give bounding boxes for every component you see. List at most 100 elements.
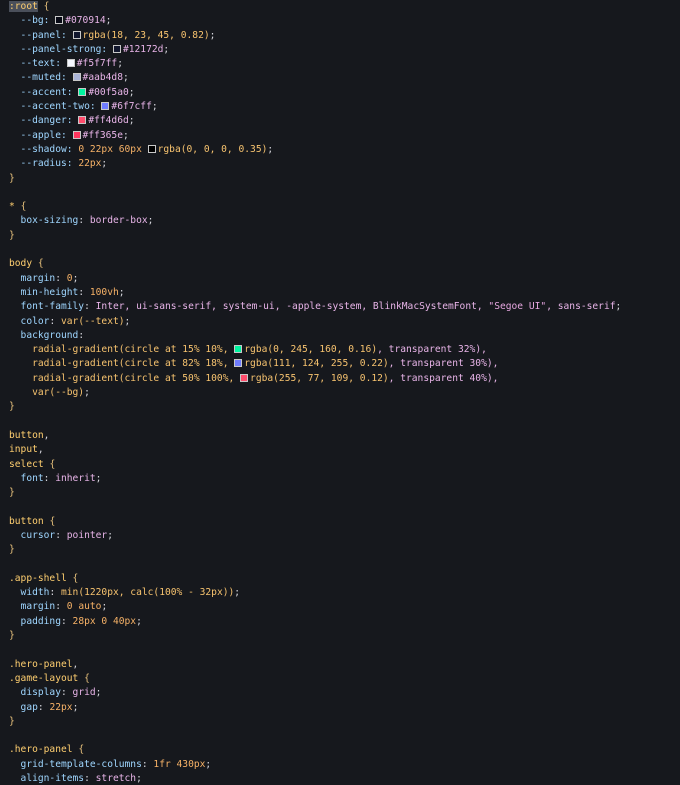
- code-line[interactable]: --radius: 22px;: [0, 157, 680, 171]
- code-line[interactable]: --apple: #ff365e;: [0, 129, 680, 143]
- code-line[interactable]: grid-template-columns: 1fr 430px;: [0, 758, 680, 772]
- code-line[interactable]: .hero-panel {: [0, 743, 680, 757]
- color-swatch-icon[interactable]: [72, 130, 81, 139]
- code-line[interactable]: [0, 500, 680, 514]
- code-token: :: [49, 587, 61, 599]
- code-line[interactable]: radial-gradient(circle at 15% 10%, rgba(…: [0, 343, 680, 357]
- code-line[interactable]: --panel-strong: #12172d;: [0, 43, 680, 57]
- code-line[interactable]: input,: [0, 443, 680, 457]
- code-editor[interactable]: :root { --bg: #070914; --panel: rgba(18,…: [0, 0, 680, 785]
- code-line[interactable]: padding: 28px 0 40px;: [0, 615, 680, 629]
- code-line[interactable]: :root {: [0, 0, 680, 14]
- code-line[interactable]: background:: [0, 329, 680, 343]
- code-token: :: [49, 315, 61, 327]
- code-line[interactable]: color: var(--text);: [0, 315, 680, 329]
- code-token: color: [9, 315, 50, 327]
- code-line[interactable]: var(--bg);: [0, 386, 680, 400]
- code-line[interactable]: --text: #f5f7ff;: [0, 57, 680, 71]
- code-line[interactable]: --accent-two: #6f7cff;: [0, 100, 680, 114]
- code-line[interactable]: display: grid;: [0, 686, 680, 700]
- code-token: }: [9, 172, 15, 184]
- color-swatch-icon[interactable]: [78, 116, 87, 125]
- code-line[interactable]: button {: [0, 515, 680, 529]
- color-swatch-icon[interactable]: [72, 30, 81, 39]
- code-line[interactable]: [0, 243, 680, 257]
- code-line[interactable]: --panel: rgba(18, 23, 45, 0.82);: [0, 29, 680, 43]
- code-line[interactable]: .app-shell {: [0, 572, 680, 586]
- code-line[interactable]: [0, 729, 680, 743]
- code-token: :: [37, 701, 50, 713]
- code-line[interactable]: box-sizing: border-box;: [0, 214, 680, 228]
- code-line[interactable]: }: [0, 229, 680, 243]
- code-token: --apple:: [9, 129, 73, 141]
- code-line[interactable]: margin: 0 auto;: [0, 600, 680, 614]
- code-token: 0 auto: [66, 601, 102, 613]
- code-line[interactable]: }: [0, 629, 680, 643]
- code-token: button: [9, 515, 50, 527]
- code-token: , sans-serif: [546, 301, 616, 313]
- code-line[interactable]: [0, 415, 680, 429]
- code-line[interactable]: radial-gradient(circle at 50% 100%, rgba…: [0, 372, 680, 386]
- code-line[interactable]: }: [0, 172, 680, 186]
- code-line[interactable]: .hero-panel,: [0, 658, 680, 672]
- code-line[interactable]: gap: 22px;: [0, 701, 680, 715]
- code-line[interactable]: --accent: #00f5a0;: [0, 86, 680, 100]
- color-swatch-icon[interactable]: [234, 359, 243, 368]
- code-line[interactable]: [0, 558, 680, 572]
- code-line[interactable]: --shadow: 0 22px 60px rgba(0, 0, 0, 0.35…: [0, 143, 680, 157]
- code-line[interactable]: font-family: Inter, ui-sans-serif, syste…: [0, 300, 680, 314]
- code-token: stretch: [95, 773, 137, 785]
- code-line[interactable]: body {: [0, 257, 680, 271]
- color-swatch-icon[interactable]: [147, 144, 156, 153]
- code-line[interactable]: --bg: #070914;: [0, 14, 680, 28]
- code-line[interactable]: font: inherit;: [0, 472, 680, 486]
- code-line[interactable]: }: [0, 543, 680, 557]
- code-token: ;: [128, 86, 135, 98]
- code-line[interactable]: min-height: 100vh;: [0, 286, 680, 300]
- code-token: #070914: [65, 15, 106, 27]
- code-token: ;: [107, 529, 113, 541]
- color-swatch-icon[interactable]: [78, 87, 87, 96]
- code-token: :: [78, 286, 90, 298]
- code-token: 1fr 430px: [153, 758, 206, 770]
- code-token: ;: [615, 301, 622, 313]
- code-token: --accent:: [9, 86, 79, 98]
- code-line[interactable]: radial-gradient(circle at 82% 18%, rgba(…: [0, 357, 680, 371]
- code-token: ;: [122, 72, 129, 84]
- color-swatch-icon[interactable]: [234, 345, 243, 354]
- code-line[interactable]: [0, 643, 680, 657]
- code-line[interactable]: * {: [0, 200, 680, 214]
- code-line[interactable]: }: [0, 715, 680, 729]
- code-token: :: [55, 272, 67, 284]
- color-swatch-icon[interactable]: [240, 373, 249, 382]
- code-line[interactable]: button,: [0, 429, 680, 443]
- code-line[interactable]: cursor: pointer;: [0, 529, 680, 543]
- code-token: {: [84, 672, 90, 684]
- code-line[interactable]: .game-layout {: [0, 672, 680, 686]
- code-token: , transparent 40%),: [388, 372, 499, 384]
- code-token: ;: [151, 101, 158, 113]
- code-token: ;: [101, 158, 108, 170]
- code-token: :: [84, 301, 96, 313]
- code-token: .game-layout: [9, 672, 85, 684]
- code-token: box-sizing: [9, 215, 79, 227]
- color-swatch-icon[interactable]: [72, 73, 81, 82]
- code-line[interactable]: [0, 186, 680, 200]
- code-line[interactable]: --danger: #ff4d6d;: [0, 114, 680, 128]
- color-swatch-icon[interactable]: [66, 59, 75, 68]
- code-line[interactable]: align-items: stretch;: [0, 772, 680, 785]
- code-token: border-box: [89, 215, 148, 227]
- code-token: ;: [105, 15, 112, 27]
- code-line[interactable]: }: [0, 400, 680, 414]
- color-swatch-icon[interactable]: [55, 16, 64, 25]
- code-token: {: [72, 572, 79, 584]
- color-swatch-icon[interactable]: [112, 44, 121, 53]
- code-line[interactable]: }: [0, 486, 680, 500]
- code-line[interactable]: width: min(1220px, calc(100% - 32px));: [0, 586, 680, 600]
- code-line[interactable]: select {: [0, 458, 680, 472]
- code-line[interactable]: margin: 0;: [0, 272, 680, 286]
- code-token: select: [9, 458, 50, 470]
- code-token: {: [37, 258, 44, 270]
- code-line[interactable]: --muted: #aab4d8;: [0, 71, 680, 85]
- color-swatch-icon[interactable]: [101, 102, 110, 111]
